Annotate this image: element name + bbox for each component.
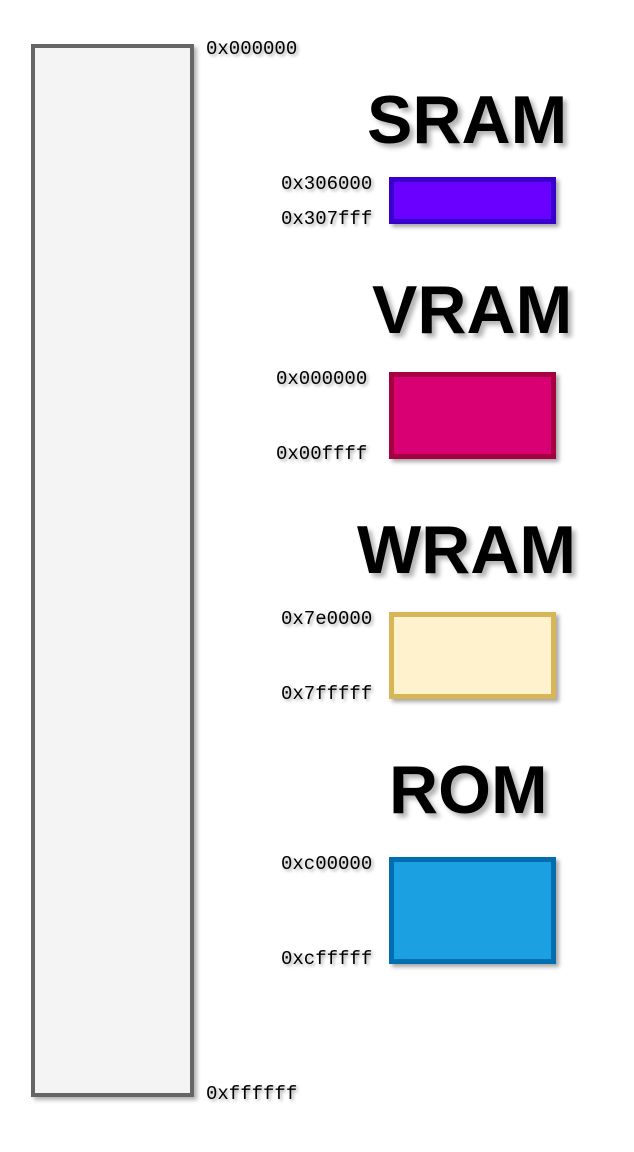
region-block-vram <box>389 372 556 459</box>
region-title-vram: VRAM <box>372 272 573 348</box>
region-title-wram: WRAM <box>357 512 577 588</box>
address-space-end-label: 0xffffff <box>206 1083 298 1105</box>
region-start-vram: 0x000000 <box>276 368 368 390</box>
address-space-bar <box>31 44 194 1097</box>
region-end-vram: 0x00ffff <box>276 443 368 465</box>
region-end-sram: 0x307fff <box>281 208 373 230</box>
region-block-sram <box>389 177 556 224</box>
memory-map-diagram: 0x000000 0xffffff SRAM 0x306000 0x307fff… <box>0 0 634 1152</box>
region-end-wram: 0x7fffff <box>281 683 373 705</box>
address-space-start-label: 0x000000 <box>206 38 298 60</box>
region-start-sram: 0x306000 <box>281 173 373 195</box>
region-block-rom <box>389 857 556 964</box>
region-title-sram: SRAM <box>367 82 568 158</box>
region-start-wram: 0x7e0000 <box>281 608 373 630</box>
region-start-rom: 0xc00000 <box>281 853 373 875</box>
region-end-rom: 0xcfffff <box>281 948 373 970</box>
region-title-rom: ROM <box>389 752 548 828</box>
region-block-wram <box>389 612 556 699</box>
